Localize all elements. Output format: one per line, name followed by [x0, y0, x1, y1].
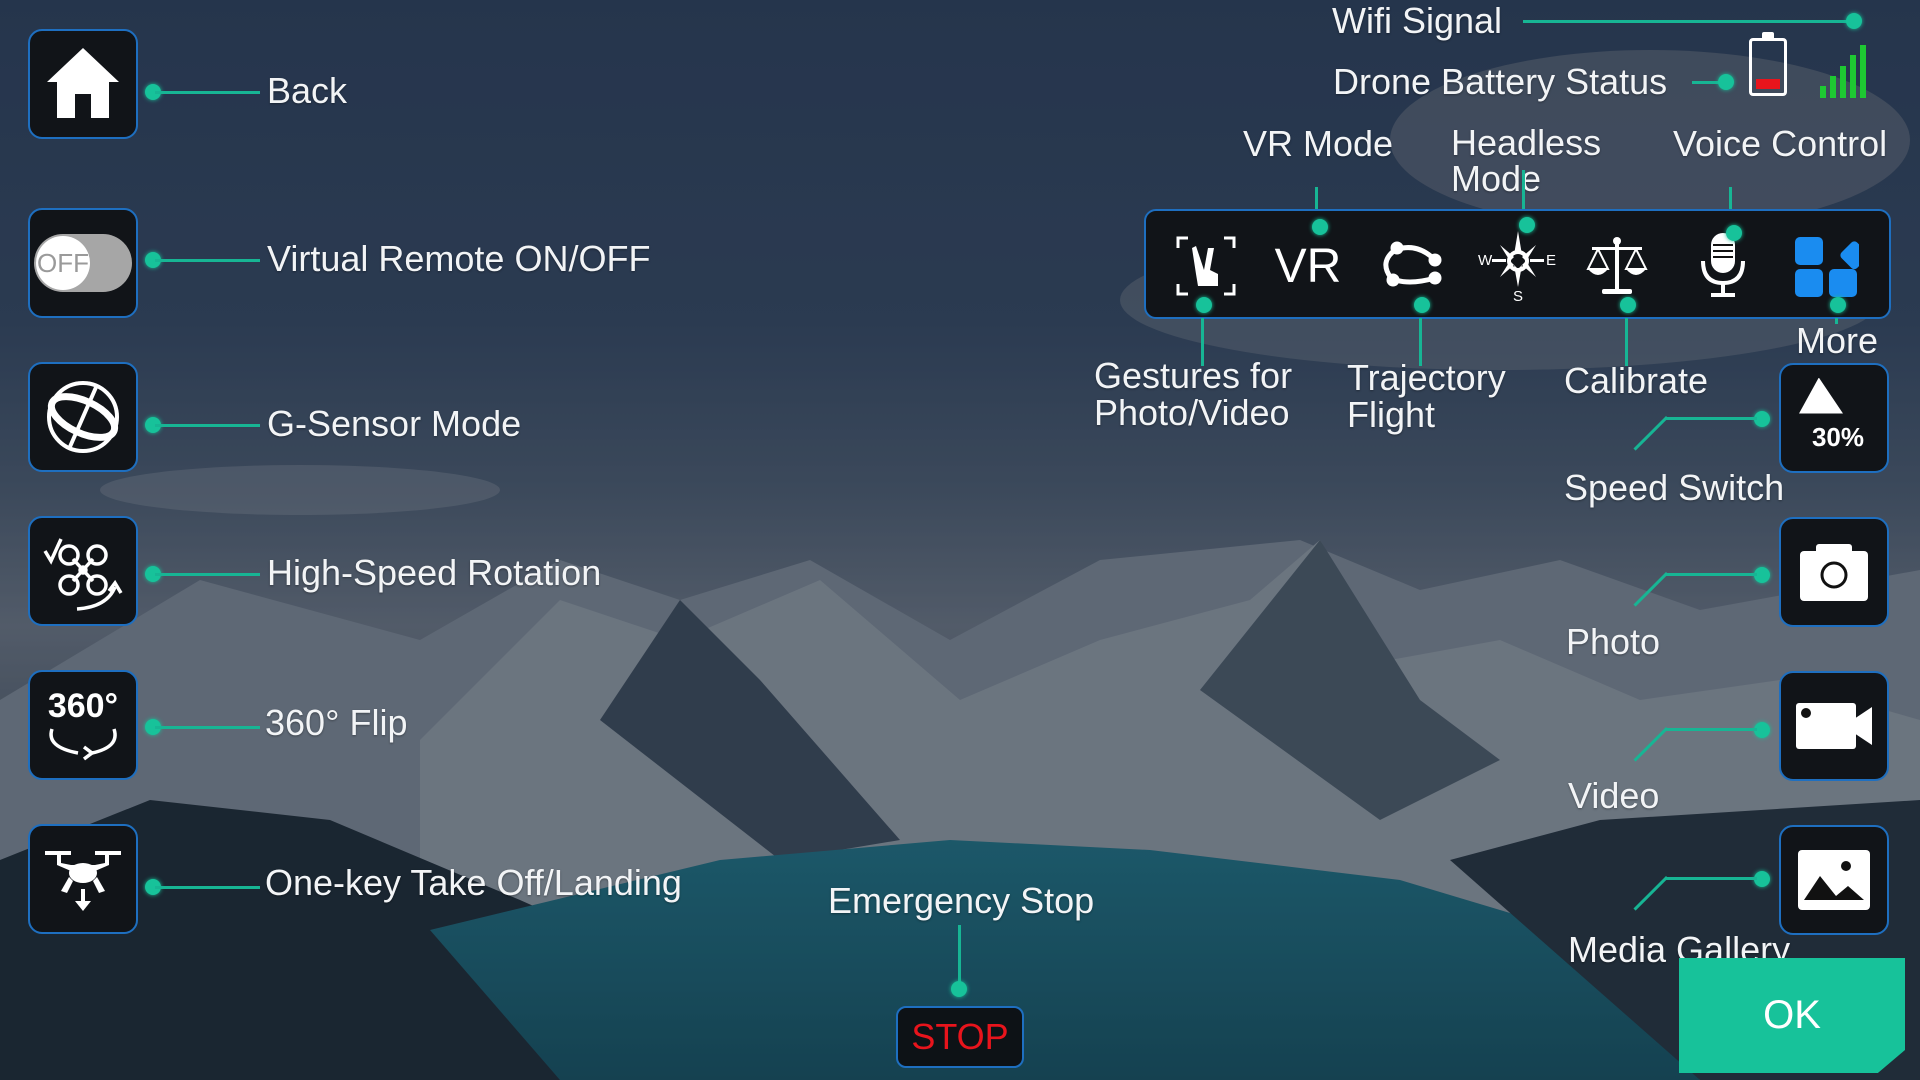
- g-sensor-label: G-Sensor Mode: [267, 403, 522, 444]
- gestures-label: Gestures for Photo/Video: [1094, 355, 1293, 433]
- connector-dot: [1312, 219, 1328, 235]
- photo-button[interactable]: [1779, 517, 1889, 627]
- gyro-icon: [47, 381, 119, 453]
- home-icon: [47, 48, 119, 118]
- voice-control-button[interactable]: [1687, 231, 1759, 301]
- connector-dot: [1726, 225, 1742, 241]
- connector-dot: [1620, 297, 1636, 313]
- trajectory-icon: [1383, 241, 1442, 287]
- battery-status-label: Drone Battery Status: [1333, 61, 1668, 102]
- emergency-stop-label: Emergency Stop: [828, 880, 1095, 921]
- wifi-bar: [1830, 75, 1836, 98]
- wifi-bar: [1840, 65, 1846, 98]
- high-speed-rotation-label: High-Speed Rotation: [267, 552, 602, 593]
- connector-dot: [1519, 217, 1535, 233]
- wifi-signal-label: Wifi Signal: [1332, 0, 1503, 41]
- connector-line: [1665, 573, 1757, 576]
- battery-level-fill: [1756, 78, 1780, 89]
- connector-line: [958, 925, 961, 985]
- virtual-remote-toggle[interactable]: OFF: [28, 208, 138, 318]
- toggle-state: OFF: [36, 236, 90, 290]
- calibrate-label: Calibrate: [1564, 360, 1709, 401]
- calibrate-button[interactable]: [1581, 231, 1653, 301]
- drone-landing-icon: [45, 851, 121, 911]
- connector-line: [155, 573, 260, 576]
- speed-icon: [1799, 377, 1843, 414]
- video-label: Video: [1568, 775, 1660, 816]
- apps-grid-icon: [1795, 237, 1859, 297]
- back-label: Back: [267, 70, 348, 111]
- connector-dot: [1846, 13, 1862, 29]
- back-button[interactable]: [28, 29, 138, 139]
- wifi-bar: [1850, 55, 1856, 98]
- wifi-bar: [1820, 86, 1826, 98]
- virtual-remote-label: Virtual Remote ON/OFF: [267, 238, 651, 279]
- headless-mode-label: Headless Mode: [1451, 122, 1602, 199]
- connector-line: [155, 91, 260, 94]
- vr-icon: VR: [1274, 239, 1342, 293]
- connector-dot: [1196, 297, 1212, 313]
- connector-line: [155, 424, 260, 427]
- flip-360-icon: 360°: [38, 685, 128, 765]
- connector-line: [155, 726, 260, 729]
- media-gallery-button[interactable]: [1779, 825, 1889, 935]
- toggle-icon: OFF: [34, 234, 132, 292]
- ok-button[interactable]: OK: [1679, 958, 1905, 1073]
- vr-mode-label: VR Mode: [1243, 123, 1394, 164]
- speed-switch-label: Speed Switch: [1564, 467, 1785, 508]
- connector-line: [1625, 318, 1628, 366]
- vr-button[interactable]: VR: [1272, 231, 1344, 301]
- voice-control-label: Voice Control: [1673, 123, 1888, 164]
- connector-line: [155, 259, 260, 262]
- high-speed-rotation-button[interactable]: [28, 516, 138, 626]
- connector-dot: [1414, 297, 1430, 313]
- connector-line: [1523, 20, 1853, 23]
- drone-rotate-icon: [43, 538, 123, 611]
- video-camera-icon: [1796, 703, 1872, 749]
- headless-mode-button[interactable]: W E S: [1476, 225, 1560, 305]
- battery-icon: [1749, 32, 1787, 96]
- connector-line: [1665, 728, 1757, 731]
- compass-icon: W E S: [1476, 225, 1560, 305]
- gestures-button[interactable]: [1170, 231, 1242, 301]
- takeoff-landing-label: One-key Take Off/Landing: [265, 862, 682, 903]
- connector-dot: [1830, 297, 1846, 313]
- emergency-stop-button[interactable]: STOP: [896, 1006, 1024, 1068]
- video-button[interactable]: [1779, 671, 1889, 781]
- image-gallery-icon: [1798, 850, 1870, 910]
- speed-value: 30%: [1811, 421, 1865, 452]
- connector-dot: [1718, 74, 1734, 90]
- g-sensor-button[interactable]: [28, 362, 138, 472]
- microphone-icon: [1701, 233, 1745, 297]
- connector-line: [1665, 417, 1757, 420]
- takeoff-landing-button[interactable]: [28, 824, 138, 934]
- photo-label: Photo: [1566, 621, 1661, 662]
- scales-icon: [1586, 237, 1648, 294]
- wifi-bar: [1860, 44, 1866, 98]
- connector-dot: [951, 981, 967, 997]
- flip-360-button[interactable]: 360°: [28, 670, 138, 780]
- gesture-hand-icon: [1176, 236, 1236, 296]
- connector-line: [1665, 877, 1757, 880]
- trajectory-label: Trajectory Flight: [1347, 357, 1506, 435]
- flip-label: 360° Flip: [265, 702, 408, 743]
- connector-line: [155, 886, 260, 889]
- camera-icon: [1800, 544, 1868, 601]
- trajectory-button[interactable]: [1375, 231, 1447, 301]
- wifi-signal-icon: [1820, 40, 1870, 98]
- more-button[interactable]: [1790, 231, 1862, 301]
- speed-switch-button[interactable]: 30%: [1779, 363, 1889, 473]
- feature-toolbar: VR W E S: [1144, 209, 1891, 319]
- more-label: More: [1796, 320, 1879, 361]
